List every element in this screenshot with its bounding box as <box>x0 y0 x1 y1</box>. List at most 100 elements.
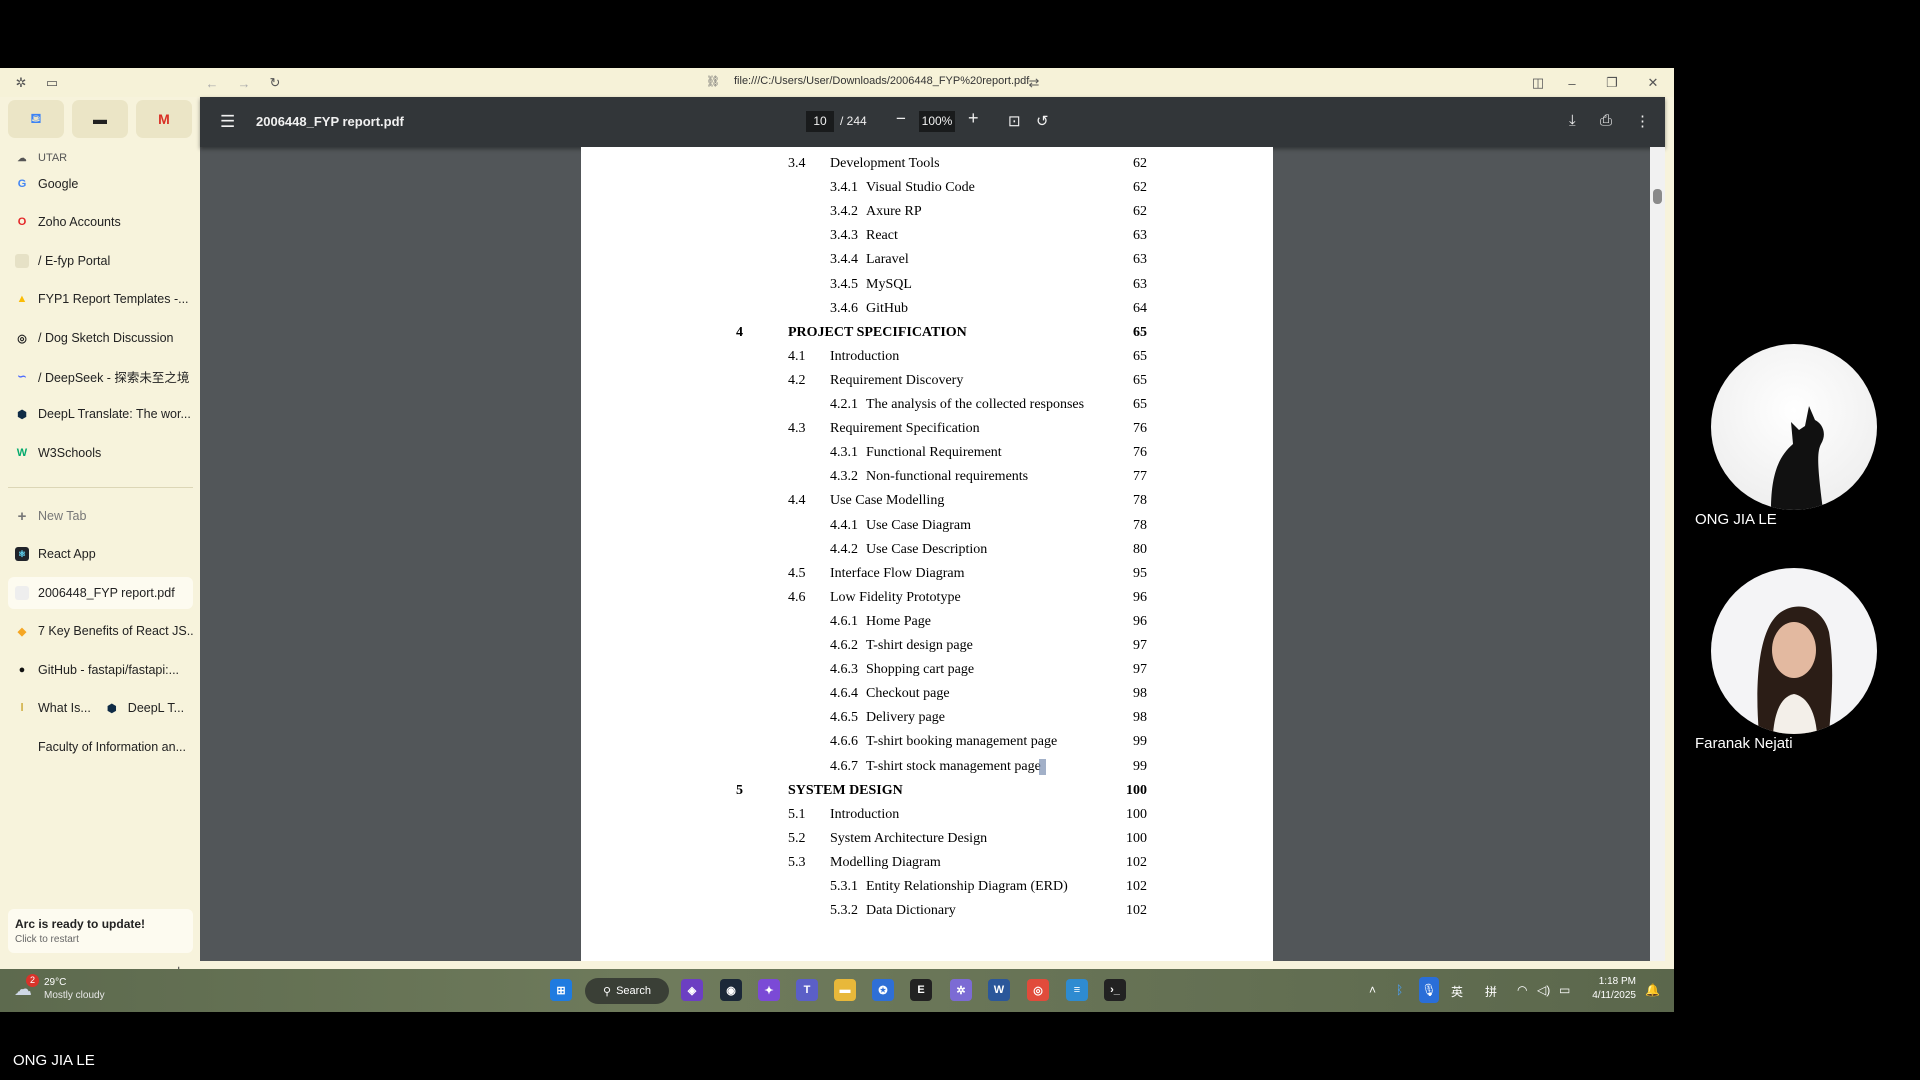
ime-language[interactable]: 英 <box>1451 983 1463 1000</box>
fit-page-icon[interactable]: ⊡ <box>1008 112 1021 130</box>
toc-number: 4.6.7 <box>830 758 858 774</box>
rotate-icon[interactable]: ↺ <box>1036 112 1049 130</box>
file-explorer-icon[interactable]: ▬ <box>834 979 856 1001</box>
teams-icon[interactable]: T <box>796 979 818 1001</box>
notifications-icon[interactable]: 🔔 <box>1645 983 1660 997</box>
close-icon[interactable]: ✕ <box>1644 74 1662 92</box>
tab-label: 7 Key Benefits of React JS... <box>38 624 193 638</box>
zoom-level-input[interactable]: 100% <box>919 111 955 132</box>
sidebar-item-w3schools[interactable]: W W3Schools <box>8 437 193 469</box>
zoom-in-icon[interactable]: + <box>968 108 979 129</box>
restore-icon[interactable]: ❐ <box>1603 74 1621 92</box>
site-controls-icon[interactable]: ⇄ <box>1025 74 1043 92</box>
microphone-icon[interactable]: 🎙 <box>1419 977 1439 1003</box>
document-title: 2006448_FYP report.pdf <box>256 114 404 129</box>
address-bar[interactable]: file:///C:/Users/User/Downloads/2006448_… <box>734 75 1029 87</box>
sidebar-item-dog-sketch[interactable]: ◎ / Dog Sketch Discussion <box>8 322 193 354</box>
scrollbar[interactable] <box>1650 147 1665 961</box>
more-options-icon[interactable]: ⋮ <box>1635 112 1650 130</box>
volume-icon[interactable]: ◁) <box>1537 983 1550 997</box>
copilot-icon[interactable]: ◈ <box>681 979 703 1001</box>
chrome-icon[interactable]: ◎ <box>1027 979 1049 1001</box>
tab-react-app[interactable]: ⚛ React App <box>8 538 193 570</box>
zoom-out-icon[interactable]: − <box>896 109 906 129</box>
toc-page-number: 98 <box>1133 710 1147 726</box>
sidebar-item-zoho[interactable]: O Zoho Accounts <box>8 206 193 238</box>
ime-mode[interactable]: 拼 <box>1485 983 1497 1000</box>
clock-date[interactable]: 4/11/2025 <box>1586 990 1636 1001</box>
tab-faculty[interactable]: Faculty of Information an... <box>8 731 193 763</box>
tab-github-fastapi[interactable]: ● GitHub - fastapi/fastapi:... <box>8 654 193 686</box>
toc-page-number: 76 <box>1133 421 1147 437</box>
toc-title: Data Dictionary <box>866 903 956 919</box>
wifi-icon[interactable]: ◠ <box>1517 983 1527 997</box>
minimize-icon[interactable]: – <box>1563 74 1581 92</box>
link-icon: ⛓ <box>706 76 720 88</box>
pinned-tab-gmail[interactable]: M <box>136 100 192 138</box>
toc-page-number: 62 <box>1133 180 1147 196</box>
steam-icon[interactable]: ◉ <box>720 979 742 1001</box>
update-card[interactable]: Arc is ready to update! Click to restart <box>8 909 193 953</box>
page-total: / 244 <box>840 114 867 128</box>
chevron-up-icon[interactable]: ˄ <box>1369 983 1376 997</box>
reload-icon[interactable]: ↻ <box>266 74 284 92</box>
article-icon: ◆ <box>17 625 27 638</box>
toc-title: T-shirt stock management page <box>866 758 1041 774</box>
toc-number: 4.3.1 <box>830 445 858 461</box>
word-icon[interactable]: W <box>988 979 1010 1001</box>
sidebar-item-label: W3Schools <box>38 446 102 460</box>
print-icon[interactable]: ⎙ <box>1600 112 1612 129</box>
menu-icon[interactable]: ☰ <box>220 112 235 132</box>
shared-screen: ✲ ▭ ← → ↻ ⛓ file:///C:/Users/User/Downlo… <box>0 68 1674 1012</box>
toc-title: System Architecture Design <box>830 830 988 846</box>
sidebar-item-fyp-templates[interactable]: ▲ FYP1 Report Templates -... <box>8 283 193 315</box>
tab-fyp-report-pdf[interactable]: 2006448_FYP report.pdf <box>8 577 193 609</box>
zoho-icon: O <box>17 216 27 228</box>
participant-avatar-1 <box>1711 344 1877 510</box>
toc-page-number: 96 <box>1133 589 1147 605</box>
notepad-icon[interactable]: ≡ <box>1066 979 1088 1001</box>
toc-title: Low Fidelity Prototype <box>830 589 961 605</box>
split-view-icon[interactable]: ◫ <box>1529 74 1547 92</box>
app-icon[interactable]: ✦ <box>758 979 780 1001</box>
tab-split-view[interactable]: ǀ What Is... ⬢ DeepL T... <box>8 692 193 724</box>
clock-time[interactable]: 1:18 PM <box>1596 976 1636 987</box>
arc-logo-icon[interactable]: ✲ <box>12 74 30 92</box>
sidebar-item-deepl[interactable]: ⬢ DeepL Translate: The wor... <box>8 398 193 430</box>
toc-title: SYSTEM DESIGN <box>788 782 903 798</box>
taskbar-search[interactable]: ⚲ Search <box>585 978 669 1004</box>
app-store-icon[interactable]: ✪ <box>872 979 894 1001</box>
toc-page-number: 65 <box>1133 372 1147 388</box>
update-title: Arc is ready to update! <box>15 917 146 931</box>
toc-title: Checkout page <box>866 686 950 702</box>
tab-react-benefits[interactable]: ◆ 7 Key Benefits of React JS... <box>8 615 193 647</box>
arc-icon[interactable]: ✲ <box>950 979 972 1001</box>
pinned-tab-2[interactable]: ▬ <box>72 100 128 138</box>
toc-page-number: 100 <box>1126 806 1147 822</box>
search-icon: ⚲ <box>603 985 612 998</box>
sidebar-item-efyp[interactable]: / E-fyp Portal <box>8 245 193 277</box>
back-icon[interactable]: ← <box>203 74 221 92</box>
battery-icon[interactable]: ▭ <box>1559 983 1570 997</box>
toc-title: Axure RP <box>866 204 922 220</box>
toc-page-number: 78 <box>1133 517 1147 533</box>
pinned-tab-1[interactable]: ⛾ <box>8 100 64 138</box>
scrollbar-thumb[interactable] <box>1653 189 1662 204</box>
sidebar-item-google[interactable]: G Google <box>8 168 193 200</box>
new-tab-button[interactable]: + New Tab <box>8 500 193 532</box>
epic-games-icon[interactable]: E <box>910 979 932 1001</box>
bluetooth-icon[interactable]: ᛒ <box>1396 983 1403 997</box>
page-number-input[interactable]: 10 <box>806 111 834 132</box>
sidebar-item-label: FYP1 Report Templates -... <box>38 292 189 306</box>
folder-utar[interactable]: ☁ UTAR <box>8 148 193 168</box>
toc-number: 4 <box>736 324 743 340</box>
forward-icon[interactable]: → <box>235 74 253 92</box>
start-icon[interactable]: ⊞ <box>550 979 572 1001</box>
toc-number: 5.1 <box>788 806 806 822</box>
toc-number: 4.6.6 <box>830 734 858 750</box>
download-icon[interactable]: ⤓ <box>1569 112 1576 129</box>
terminal-icon[interactable]: ›_ <box>1104 979 1126 1001</box>
toc-title: Introduction <box>830 348 900 364</box>
sidebar-toggle-icon[interactable]: ▭ <box>43 74 61 92</box>
sidebar-item-deepseek[interactable]: ∽ / DeepSeek - 探索未至之境 <box>8 360 193 392</box>
